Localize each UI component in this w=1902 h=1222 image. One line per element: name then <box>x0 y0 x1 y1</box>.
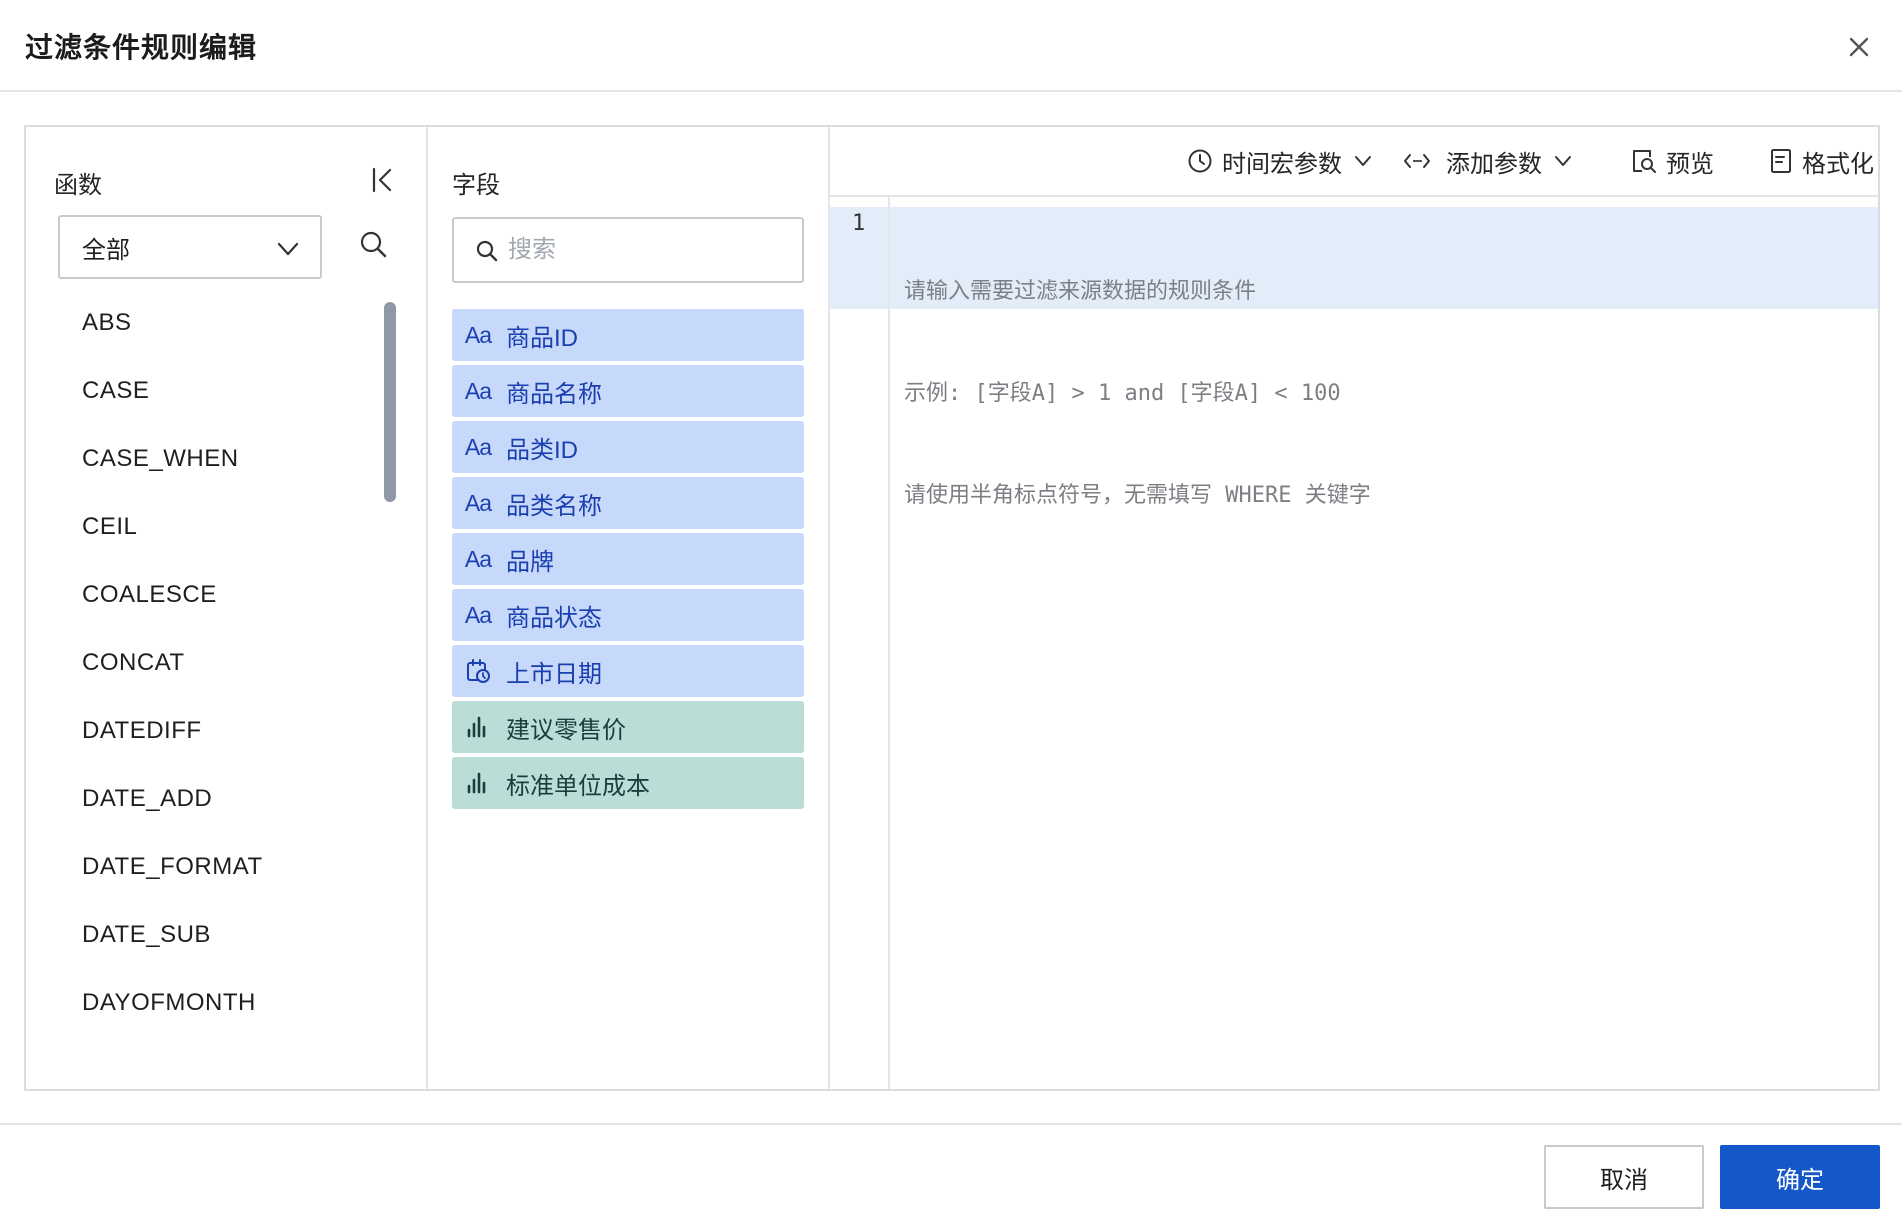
format-label: 格式化 <box>1802 150 1874 178</box>
document-format-icon <box>1771 149 1791 173</box>
field-item-retail-price[interactable]: 建议零售价 <box>452 701 804 753</box>
placeholder-line-3: 请使用半角标点符号，无需填写 WHERE 关键字 <box>904 483 1371 508</box>
field-item-label: 建议零售价 <box>506 716 626 744</box>
text-type-icon: Aa <box>464 377 492 404</box>
field-item-label: 标准单位成本 <box>506 772 650 800</box>
preview-label: 预览 <box>1666 150 1714 178</box>
add-param-label: 添加参数 <box>1446 150 1542 178</box>
field-item-category-id[interactable]: Aa 品类ID <box>452 421 804 473</box>
function-item-ceil[interactable]: CEIL <box>56 493 386 561</box>
field-search-input[interactable] <box>508 229 788 271</box>
line-number-gutter <box>830 197 890 1089</box>
search-icon <box>476 240 498 262</box>
function-item-case[interactable]: CASE <box>56 357 386 425</box>
function-category-value: 全部 <box>82 236 130 264</box>
chevron-down-icon <box>1555 156 1571 166</box>
preview-button[interactable]: 预览 <box>1630 143 1714 179</box>
field-item-label: 品牌 <box>506 548 554 576</box>
field-item-product-status[interactable]: Aa 商品状态 <box>452 589 804 641</box>
confirm-button[interactable]: 确定 <box>1720 1145 1880 1209</box>
chevron-down-icon <box>1355 156 1371 166</box>
code-input-area[interactable]: 请输入需要过滤来源数据的规则条件 示例: [字段A] > 1 and [字段A]… <box>904 207 1864 581</box>
field-item-launch-date[interactable]: 上市日期 <box>452 645 804 697</box>
code-brackets-icon <box>1404 154 1430 168</box>
text-type-icon: Aa <box>464 321 492 348</box>
field-item-category-name[interactable]: Aa 品类名称 <box>452 477 804 529</box>
field-item-product-id[interactable]: Aa 商品ID <box>452 309 804 361</box>
fields-panel: 字段 Aa 商品ID Aa 商品名称 Aa 品类I <box>428 127 830 1089</box>
bar-chart-icon <box>464 769 492 797</box>
calendar-clock-icon <box>464 657 492 685</box>
dialog-title: 过滤条件规则编辑 <box>25 32 258 63</box>
functions-panel: 函数 全部 ABS CASE CASE_WHEN CEIL COALESCE C… <box>26 127 428 1089</box>
field-item-label: 上市日期 <box>506 660 602 688</box>
collapse-panel-button[interactable] <box>366 163 400 197</box>
code-editor-panel: 时间宏参数 添加参数 预览 格式化 1 请输入需要过滤来源数据的规则条件 示例:… <box>830 127 1878 1089</box>
collapse-left-icon <box>372 167 392 193</box>
line-number: 1 <box>852 211 866 236</box>
time-macro-param-button[interactable]: 时间宏参数 <box>1186 143 1372 179</box>
field-item-unit-cost[interactable]: 标准单位成本 <box>452 757 804 809</box>
field-item-label: 品类名称 <box>506 492 602 520</box>
function-item-coalesce[interactable]: COALESCE <box>56 561 386 629</box>
bar-chart-icon <box>464 713 492 741</box>
add-param-button[interactable]: 添加参数 <box>1402 143 1572 179</box>
time-macro-param-label: 时间宏参数 <box>1222 150 1342 178</box>
function-search-button[interactable] <box>356 227 392 263</box>
text-type-icon: Aa <box>464 545 492 572</box>
functions-label: 函数 <box>54 172 102 199</box>
field-list: Aa 商品ID Aa 商品名称 Aa 品类ID Aa 品类名称 Aa 品牌 Aa… <box>452 309 804 813</box>
function-item-concat[interactable]: CONCAT <box>56 629 386 697</box>
close-icon <box>1849 37 1869 57</box>
placeholder-line-2: 示例: [字段A] > 1 and [字段A] < 100 <box>904 381 1341 406</box>
field-item-brand[interactable]: Aa 品牌 <box>452 533 804 585</box>
function-item-date-add[interactable]: DATE_ADD <box>56 765 386 833</box>
search-icon <box>360 231 387 258</box>
function-item-date-format[interactable]: DATE_FORMAT <box>56 833 386 901</box>
function-item-case-when[interactable]: CASE_WHEN <box>56 425 386 493</box>
field-item-label: 商品状态 <box>506 604 602 632</box>
field-item-label: 商品名称 <box>506 380 602 408</box>
function-item-dayofmonth[interactable]: DAYOFMONTH <box>56 969 386 1037</box>
preview-icon <box>1633 150 1656 173</box>
fields-label: 字段 <box>452 172 500 199</box>
field-item-product-name[interactable]: Aa 商品名称 <box>452 365 804 417</box>
function-list-scrollbar[interactable] <box>384 302 396 502</box>
function-item-abs[interactable]: ABS <box>56 289 386 357</box>
function-item-date-sub[interactable]: DATE_SUB <box>56 901 386 969</box>
field-item-label: 品类ID <box>506 436 578 464</box>
function-item-datediff[interactable]: DATEDIFF <box>56 697 386 765</box>
format-button[interactable]: 格式化 <box>1768 143 1874 179</box>
filter-rule-dialog: 过滤条件规则编辑 函数 全部 ABS CASE CASE_WHEN CEIL C… <box>0 0 1902 1222</box>
editor-frame: 函数 全部 ABS CASE CASE_WHEN CEIL COALESCE C… <box>24 125 1880 1091</box>
text-type-icon: Aa <box>464 433 492 460</box>
editor-toolbar: 时间宏参数 添加参数 预览 格式化 <box>830 127 1878 197</box>
dialog-footer: 取消 确定 <box>0 1123 1902 1222</box>
cancel-button[interactable]: 取消 <box>1544 1145 1704 1209</box>
field-search-box <box>452 217 804 283</box>
placeholder-line-1: 请输入需要过滤来源数据的规则条件 <box>904 279 1257 304</box>
clock-icon <box>1188 149 1212 173</box>
function-category-select[interactable]: 全部 <box>58 215 322 279</box>
field-item-label: 商品ID <box>506 324 578 352</box>
close-button[interactable] <box>1844 32 1874 62</box>
text-type-icon: Aa <box>464 601 492 628</box>
chevron-down-icon <box>277 242 299 256</box>
function-list: ABS CASE CASE_WHEN CEIL COALESCE CONCAT … <box>56 289 386 1079</box>
dialog-header: 过滤条件规则编辑 <box>0 0 1902 92</box>
text-type-icon: Aa <box>464 489 492 516</box>
